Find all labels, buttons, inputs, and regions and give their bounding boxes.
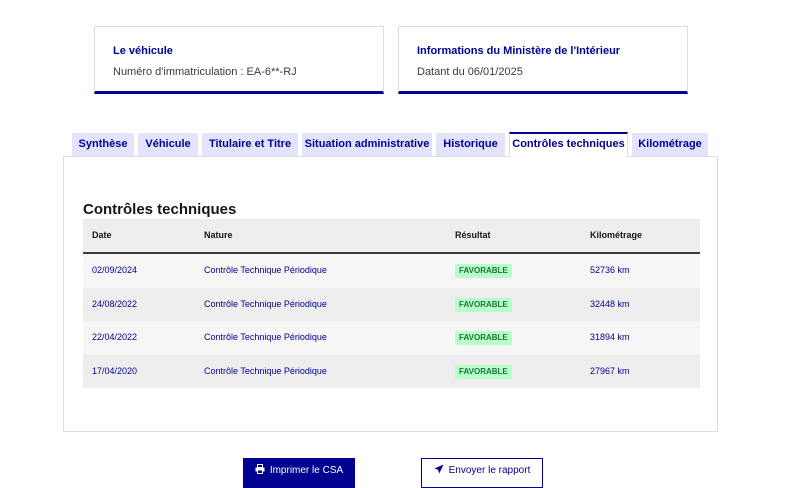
inspection-mileage: 27967 km bbox=[590, 365, 630, 376]
inspection-nature: Contrôle Technique Périodique bbox=[204, 332, 327, 342]
ministry-card-title: Informations du Ministère de l'Intérieur bbox=[417, 45, 621, 57]
tab-kilometrage[interactable]: Kilométrage bbox=[632, 133, 708, 156]
tab-titulaire-titre[interactable]: Titulaire et Titre bbox=[202, 133, 298, 156]
table-row: 22/04/2022 Contrôle Technique Périodique… bbox=[83, 321, 700, 355]
send-report-label: Envoyer le rapport bbox=[448, 465, 531, 476]
ministry-info-card: Informations du Ministère de l'Intérieur… bbox=[398, 26, 688, 94]
tab-vehicule[interactable]: Véhicule bbox=[138, 133, 198, 156]
table-row: 17/04/2020 Contrôle Technique Périodique… bbox=[83, 354, 700, 388]
column-header-date: Date bbox=[92, 230, 112, 240]
inspections-table: Date Nature Résultat Kilométrage 02/09/2… bbox=[83, 219, 700, 388]
printer-icon bbox=[255, 464, 265, 477]
send-icon bbox=[434, 464, 444, 477]
result-badge: FAVORABLE bbox=[455, 331, 512, 345]
registration-number: Numéro d'immatriculation : EA-6**-RJ bbox=[113, 66, 297, 78]
column-header-mileage: Kilométrage bbox=[590, 230, 643, 240]
inspection-date: 02/09/2024 bbox=[92, 265, 138, 275]
print-csa-button[interactable]: Imprimer le CSA bbox=[243, 458, 355, 488]
inspection-date: 24/08/2022 bbox=[92, 298, 138, 309]
table-row: 24/08/2022 Contrôle Technique Périodique… bbox=[83, 287, 700, 321]
ministry-date: Datant du 06/01/2025 bbox=[417, 66, 523, 78]
inspection-nature: Contrôle Technique Périodique bbox=[204, 265, 327, 275]
tab-panel: Contrôles techniques Date Nature Résulta… bbox=[63, 156, 718, 432]
inspection-nature: Contrôle Technique Périodique bbox=[204, 365, 327, 376]
result-badge: FAVORABLE bbox=[455, 264, 512, 278]
tab-controles-techniques[interactable]: Contrôles techniques bbox=[509, 132, 628, 157]
tab-synthese[interactable]: Synthèse bbox=[72, 133, 134, 156]
inspection-mileage: 32448 km bbox=[590, 298, 630, 309]
send-report-button[interactable]: Envoyer le rapport bbox=[421, 458, 543, 488]
result-badge: FAVORABLE bbox=[455, 364, 512, 379]
tab-situation-administrative[interactable]: Situation administrative bbox=[302, 133, 432, 156]
vehicle-card: Le véhicule Numéro d'immatriculation : E… bbox=[94, 26, 384, 94]
section-title: Contrôles techniques bbox=[83, 201, 237, 218]
table-row: 02/09/2024 Contrôle Technique Périodique… bbox=[83, 254, 700, 288]
table-header: Date Nature Résultat Kilométrage bbox=[83, 219, 700, 254]
result-badge: FAVORABLE bbox=[455, 297, 512, 312]
vehicle-card-title: Le véhicule bbox=[113, 45, 173, 57]
print-csa-label: Imprimer le CSA bbox=[269, 465, 344, 476]
tab-historique[interactable]: Historique bbox=[436, 133, 505, 156]
inspection-mileage: 31894 km bbox=[590, 332, 630, 342]
column-header-nature: Nature bbox=[204, 230, 233, 240]
inspection-date: 22/04/2022 bbox=[92, 332, 138, 342]
inspection-nature: Contrôle Technique Périodique bbox=[204, 298, 327, 309]
column-header-result: Résultat bbox=[455, 230, 491, 240]
inspection-date: 17/04/2020 bbox=[92, 365, 138, 376]
inspection-mileage: 52736 km bbox=[590, 265, 630, 275]
table-body: 02/09/2024 Contrôle Technique Périodique… bbox=[83, 254, 700, 388]
